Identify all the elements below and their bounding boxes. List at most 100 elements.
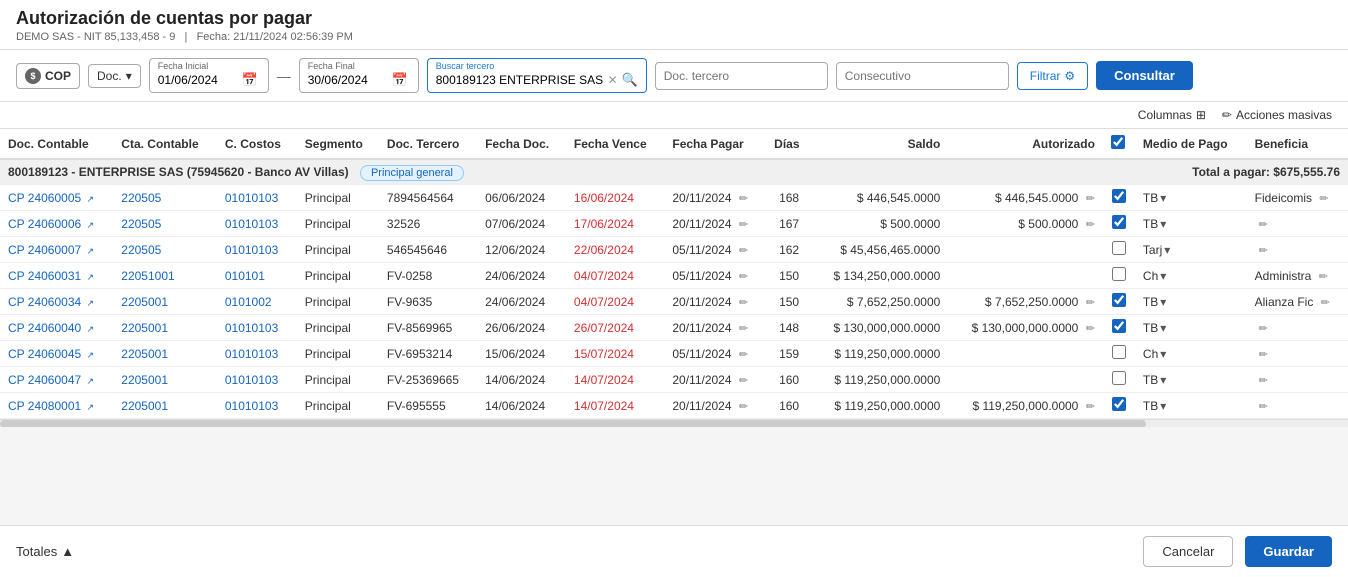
save-button[interactable]: Guardar <box>1245 536 1332 567</box>
saldo-cell: $ 45,456,465.0000 <box>812 237 948 263</box>
cta-contable-link[interactable]: 2205001 <box>121 399 168 413</box>
edit-beneficia-icon[interactable]: ✏ <box>1259 401 1268 413</box>
footer-actions: Cancelar Guardar <box>1143 536 1332 567</box>
row-checkbox[interactable] <box>1112 397 1126 411</box>
edit-autorizado-icon[interactable]: ✏ <box>1086 193 1095 205</box>
acciones-masivas-button[interactable]: ✏ Acciones masivas <box>1222 108 1332 122</box>
c-costos-link[interactable]: 01010103 <box>225 191 278 205</box>
table-row: CP 24060005 ↗ 220505 01010103 Principal … <box>0 185 1348 211</box>
edit-fecha-pagar-icon[interactable]: ✏ <box>739 349 748 361</box>
cta-contable-link[interactable]: 2205001 <box>121 295 168 309</box>
calendar-icon-end[interactable]: 📅 <box>392 72 408 88</box>
doc-contable-link[interactable]: CP 24060005 <box>8 191 81 205</box>
chevron-down-icon[interactable]: ▾ <box>1160 191 1166 205</box>
cta-contable-link[interactable]: 220505 <box>121 191 161 205</box>
chevron-down-icon[interactable]: ▾ <box>1160 399 1166 413</box>
clear-tercero-button[interactable]: ✕ <box>607 73 617 87</box>
c-costos-link[interactable]: 01010103 <box>225 243 278 257</box>
edit-fecha-pagar-icon[interactable]: ✏ <box>739 323 748 335</box>
row-checkbox[interactable] <box>1112 371 1126 385</box>
doc-contable-link[interactable]: CP 24080001 <box>8 399 81 413</box>
edit-beneficia-icon[interactable]: ✏ <box>1259 349 1268 361</box>
autorizado-cell <box>948 237 1103 263</box>
search-icon[interactable]: 🔍 <box>622 72 638 88</box>
cta-contable-link[interactable]: 2205001 <box>121 321 168 335</box>
edit-fecha-pagar-icon[interactable]: ✏ <box>739 271 748 283</box>
edit-fecha-pagar-icon[interactable]: ✏ <box>739 245 748 257</box>
c-costos-link[interactable]: 010101 <box>225 269 265 283</box>
edit-fecha-pagar-icon[interactable]: ✏ <box>739 193 748 205</box>
chevron-down-icon[interactable]: ▾ <box>1160 321 1166 335</box>
edit-autorizado-icon[interactable]: ✏ <box>1086 297 1095 309</box>
doc-contable-link[interactable]: CP 24060034 <box>8 295 81 309</box>
row-checkbox[interactable] <box>1112 267 1126 281</box>
doc-contable-link[interactable]: CP 24060006 <box>8 217 81 231</box>
cancel-button[interactable]: Cancelar <box>1143 536 1233 567</box>
c-costos-link[interactable]: 01010103 <box>225 373 278 387</box>
totales-button[interactable]: Totales ▲ <box>16 544 74 559</box>
edit-fecha-pagar-icon[interactable]: ✏ <box>739 297 748 309</box>
edit-beneficia-icon[interactable]: ✏ <box>1319 271 1328 283</box>
beneficia-cell: Administra ✏ <box>1247 263 1348 289</box>
doc-contable-link[interactable]: CP 24060040 <box>8 321 81 335</box>
columns-button[interactable]: Columnas ⊞ <box>1138 108 1206 122</box>
chevron-down-icon[interactable]: ▾ <box>1160 269 1166 283</box>
row-checkbox[interactable] <box>1112 189 1126 203</box>
buscar-tercero-input[interactable] <box>436 73 604 87</box>
autorizado-cell: $ 446,545.0000 ✏ <box>948 185 1103 211</box>
cta-contable-link[interactable]: 220505 <box>121 243 161 257</box>
horizontal-scrollbar[interactable] <box>0 419 1348 427</box>
edit-autorizado-icon[interactable]: ✏ <box>1086 323 1095 335</box>
cta-contable-link[interactable]: 2205001 <box>121 347 168 361</box>
calendar-icon[interactable]: 📅 <box>242 72 258 88</box>
saldo-cell: $ 119,250,000.0000 <box>812 367 948 393</box>
edit-fecha-pagar-icon[interactable]: ✏ <box>739 219 748 231</box>
doc-tercero-input[interactable] <box>655 62 828 90</box>
c-costos-link[interactable]: 01010103 <box>225 399 278 413</box>
edit-beneficia-icon[interactable]: ✏ <box>1259 375 1268 387</box>
c-costos-link[interactable]: 0101002 <box>225 295 272 309</box>
edit-autorizado-icon[interactable]: ✏ <box>1086 401 1095 413</box>
cta-contable-link[interactable]: 2205001 <box>121 373 168 387</box>
cta-contable-link[interactable]: 220505 <box>121 217 161 231</box>
doc-contable-link[interactable]: CP 24060031 <box>8 269 81 283</box>
edit-beneficia-icon[interactable]: ✏ <box>1259 245 1268 257</box>
edit-fecha-pagar-icon[interactable]: ✏ <box>739 401 748 413</box>
doc-contable-link[interactable]: CP 24060047 <box>8 373 81 387</box>
fecha-inicial-input[interactable] <box>158 73 238 87</box>
beneficia-cell: ✏ <box>1247 211 1348 237</box>
currency-selector[interactable]: $ COP <box>16 63 80 89</box>
doc-contable-link[interactable]: CP 24060045 <box>8 347 81 361</box>
chevron-down-icon[interactable]: ▾ <box>1160 373 1166 387</box>
row-checkbox[interactable] <box>1112 319 1126 333</box>
consultar-button[interactable]: Consultar <box>1096 61 1193 90</box>
doc-type-selector[interactable]: Doc. ▾ <box>88 64 141 88</box>
row-checkbox[interactable] <box>1112 293 1126 307</box>
row-checkbox[interactable] <box>1112 215 1126 229</box>
beneficia-cell: ✏ <box>1247 341 1348 367</box>
filtrar-button[interactable]: Filtrar ⚙ <box>1017 62 1088 90</box>
edit-beneficia-icon[interactable]: ✏ <box>1259 323 1268 335</box>
external-link-icon: ↗ <box>87 350 95 360</box>
edit-beneficia-icon[interactable]: ✏ <box>1321 297 1330 309</box>
fecha-final-input[interactable] <box>308 73 388 87</box>
row-checkbox[interactable] <box>1112 345 1126 359</box>
chevron-down-icon[interactable]: ▾ <box>1160 217 1166 231</box>
buscar-tercero-label: Buscar tercero <box>436 61 638 71</box>
chevron-down-icon[interactable]: ▾ <box>1164 243 1170 257</box>
c-costos-link[interactable]: 01010103 <box>225 321 278 335</box>
chevron-down-icon[interactable]: ▾ <box>1160 347 1166 361</box>
chevron-down-icon[interactable]: ▾ <box>1160 295 1166 309</box>
edit-fecha-pagar-icon[interactable]: ✏ <box>739 375 748 387</box>
select-all-checkbox[interactable] <box>1111 135 1125 149</box>
edit-autorizado-icon[interactable]: ✏ <box>1086 219 1095 231</box>
doc-contable-link[interactable]: CP 24060007 <box>8 243 81 257</box>
c-costos-link[interactable]: 01010103 <box>225 347 278 361</box>
edit-beneficia-icon[interactable]: ✏ <box>1259 219 1268 231</box>
row-checkbox[interactable] <box>1112 241 1126 255</box>
cta-contable-link[interactable]: 22051001 <box>121 269 174 283</box>
fecha-pagar-cell: 20/11/2024 ✏ <box>664 185 766 211</box>
c-costos-link[interactable]: 01010103 <box>225 217 278 231</box>
consecutivo-input[interactable] <box>836 62 1009 90</box>
edit-beneficia-icon[interactable]: ✏ <box>1319 193 1328 205</box>
